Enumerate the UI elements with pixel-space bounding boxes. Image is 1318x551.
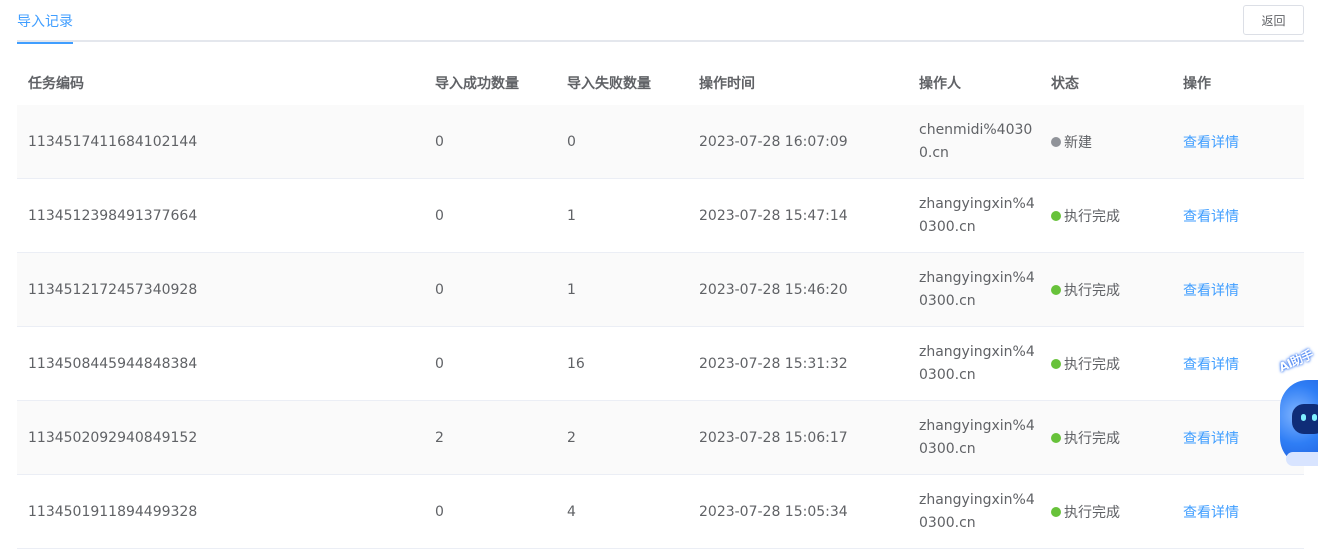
cell-status: 执行完成 <box>1040 280 1172 300</box>
cell-failed-count: 4 <box>567 503 576 520</box>
cell-success-count: 0 <box>435 207 444 224</box>
cell-status: 新建 <box>1040 132 1172 152</box>
cell-status: 执行完成 <box>1040 502 1172 522</box>
cell-action: 查看详情 <box>1172 132 1304 152</box>
status-badge: 新建 <box>1064 134 1092 151</box>
cell-failed-count: 2 <box>567 429 576 446</box>
status-dot-icon <box>1051 284 1061 295</box>
cell-action: 查看详情 <box>1172 280 1304 300</box>
table-row: 1134512172457340928 0 1 2023-07-28 15:46:20… <box>17 253 1304 327</box>
status-badge: 执行完成 <box>1064 356 1120 373</box>
cell-operation-time: 2023-07-28 15:46:20 <box>699 281 848 298</box>
view-details-link[interactable]: 查看详情 <box>1183 135 1239 151</box>
cell-operator: chenmidi%40300.cn <box>919 121 1033 161</box>
column-header-failed-count: 导入失败数量 <box>567 75 651 92</box>
cell-action: 查看详情 <box>1172 206 1304 226</box>
ai-helper-button[interactable]: AI助手 <box>1272 347 1318 472</box>
cell-task-code: 1134508445944848384 <box>28 355 198 372</box>
cell-action: 查看详情 <box>1172 502 1304 522</box>
import-records-table: 任务编码 导入成功数量 导入失败数量 操作时间 操作人 状态 操作 113451… <box>17 60 1304 549</box>
status-badge: 执行完成 <box>1064 282 1120 299</box>
table-header: 任务编码 导入成功数量 导入失败数量 操作时间 操作人 状态 操作 <box>17 60 1304 105</box>
cell-success-count: 0 <box>435 281 444 298</box>
cell-status: 执行完成 <box>1040 428 1172 448</box>
ai-helper-base <box>1286 452 1318 466</box>
column-header-action: 操作 <box>1183 75 1211 92</box>
cell-operator: zhangyingxin%40300.cn <box>919 269 1035 309</box>
column-header-task-code: 任务编码 <box>28 75 84 92</box>
cell-task-code: 1134502092940849152 <box>28 429 198 446</box>
status-badge: 执行完成 <box>1064 430 1120 447</box>
table-row: 1134512398491377664 0 1 2023-07-28 15:47:14… <box>17 179 1304 253</box>
cell-task-code: 1134501911894499328 <box>28 503 198 520</box>
status-dot-icon <box>1051 506 1061 517</box>
cell-success-count: 0 <box>435 355 444 372</box>
cell-operator: zhangyingxin%40300.cn <box>919 195 1035 235</box>
back-button[interactable]: 返回 <box>1243 5 1304 35</box>
cell-operation-time: 2023-07-28 15:05:34 <box>699 503 848 520</box>
cell-task-code: 1134512398491377664 <box>28 207 198 224</box>
tabs-header: 导入记录 返回 <box>17 0 1304 44</box>
cell-operator: zhangyingxin%40300.cn <box>919 343 1035 383</box>
status-dot-icon <box>1051 358 1061 369</box>
view-details-link[interactable]: 查看详情 <box>1183 357 1239 373</box>
cell-operator: zhangyingxin%40300.cn <box>919 417 1035 457</box>
status-dot-icon <box>1051 432 1061 443</box>
cell-operation-time: 2023-07-28 15:31:32 <box>699 355 848 372</box>
cell-operator: zhangyingxin%40300.cn <box>919 491 1035 531</box>
cell-operation-time: 2023-07-28 15:06:17 <box>699 429 848 446</box>
robot-eye-right <box>1312 414 1317 421</box>
cell-success-count: 0 <box>435 503 444 520</box>
cell-operation-time: 2023-07-28 16:07:09 <box>699 133 848 150</box>
cell-success-count: 0 <box>435 133 444 150</box>
cell-failed-count: 1 <box>567 281 576 298</box>
cell-failed-count: 0 <box>567 133 576 150</box>
table-body: 1134517411684102144 0 0 2023-07-28 16:07:09… <box>17 105 1304 549</box>
robot-eye-left <box>1301 414 1306 421</box>
status-badge: 执行完成 <box>1064 504 1120 521</box>
cell-operation-time: 2023-07-28 15:47:14 <box>699 207 848 224</box>
status-dot-icon <box>1051 136 1061 147</box>
view-details-link[interactable]: 查看详情 <box>1183 209 1239 225</box>
table-row: 1134517411684102144 0 0 2023-07-28 16:07:09… <box>17 105 1304 179</box>
cell-task-code: 1134512172457340928 <box>28 281 198 298</box>
view-details-link[interactable]: 查看详情 <box>1183 505 1239 521</box>
column-header-success-count: 导入成功数量 <box>435 75 519 92</box>
table-row: 1134508445944848384 0 16 2023-07-28 15:31:3… <box>17 327 1304 401</box>
status-badge: 执行完成 <box>1064 208 1120 225</box>
column-header-operation-time: 操作时间 <box>699 75 755 92</box>
cell-status: 执行完成 <box>1040 354 1172 374</box>
view-details-link[interactable]: 查看详情 <box>1183 431 1239 447</box>
cell-failed-count: 1 <box>567 207 576 224</box>
cell-success-count: 2 <box>435 429 444 446</box>
column-header-operator: 操作人 <box>919 75 961 92</box>
tab-import-records[interactable]: 导入记录 <box>17 9 73 44</box>
cell-status: 执行完成 <box>1040 206 1172 226</box>
cell-failed-count: 16 <box>567 355 585 372</box>
table-row: 1134501911894499328 0 4 2023-07-28 15:05:34… <box>17 475 1304 549</box>
table-row: 1134502092940849152 2 2 2023-07-28 15:06:17… <box>17 401 1304 475</box>
view-details-link[interactable]: 查看详情 <box>1183 283 1239 299</box>
import-records-page: 导入记录 返回 任务编码 导入成功数量 导入失败数量 操作时间 操作人 状态 操… <box>0 0 1318 551</box>
status-dot-icon <box>1051 210 1061 221</box>
robot-assistant-icon <box>1292 404 1318 434</box>
column-header-status: 状态 <box>1051 75 1079 92</box>
cell-task-code: 1134517411684102144 <box>28 133 198 150</box>
